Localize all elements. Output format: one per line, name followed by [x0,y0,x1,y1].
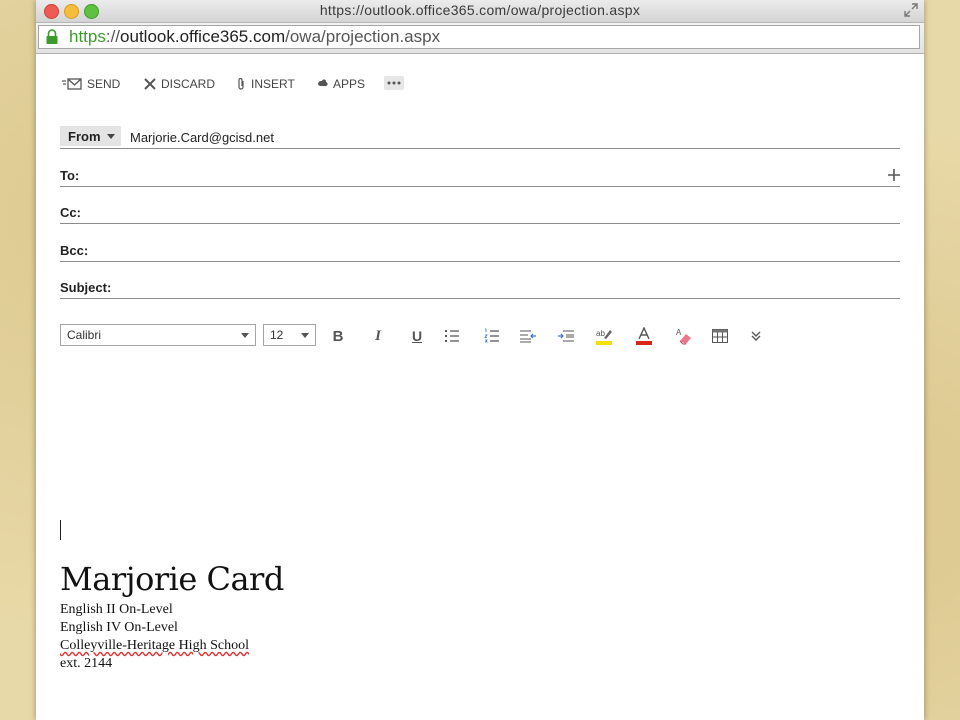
signature-line-3: Colleyville-Heritage High School [60,638,249,653]
address-bar: https://outlook.office365.com/owa/projec… [36,23,924,54]
clear-formatting-button[interactable]: A [674,326,694,346]
font-color-icon [636,327,652,345]
subject-field[interactable]: Subject: [60,276,900,299]
insert-table-button[interactable] [710,326,730,346]
ellipsis-icon [387,81,401,85]
italic-icon: I [375,327,381,344]
font-color-button[interactable] [634,326,654,346]
double-chevron-down-icon [751,331,761,341]
from-row: From Marjorie.Card@gcisd.net [60,126,900,149]
paperclip-icon [238,77,244,90]
font-size-select[interactable]: 12 [263,324,316,346]
numbering-button[interactable] [482,326,502,346]
from-address: Marjorie.Card@gcisd.net [130,130,274,145]
font-family-value: Calibri [67,328,102,342]
underline-button[interactable]: U [407,326,427,346]
url-text: https://outlook.office365.com/owa/projec… [69,26,440,48]
browser-window: https://outlook.office365.com/owa/projec… [36,0,924,720]
send-label: SEND [87,77,121,91]
discard-button[interactable]: DISCARD [144,76,215,92]
apps-label: APPS [333,77,366,91]
discard-label: DISCARD [161,77,216,91]
italic-button[interactable]: I [368,326,388,346]
send-icon [62,78,82,90]
plus-icon[interactable] [888,169,900,181]
decrease-indent-button[interactable] [518,326,538,346]
insert-label: INSERT [251,77,295,91]
from-label: From [68,128,101,144]
apps-button[interactable]: APPS [316,76,365,92]
discard-icon [144,78,156,90]
more-options-button[interactable] [384,76,404,90]
chevron-down-icon [301,333,309,338]
eraser-icon: A [676,328,691,345]
subject-label: Subject: [60,280,112,295]
signature-line-4: ext. 2144 [60,656,113,671]
increase-indent-button[interactable] [556,326,576,346]
lock-icon [46,29,58,44]
numbered-list-icon [484,328,499,343]
message-body[interactable]: Marjorie Card English II On-Level Englis… [60,360,900,700]
title-bar: https://outlook.office365.com/owa/projec… [36,0,924,23]
highlight-button[interactable]: ab [594,326,614,346]
text-cursor [60,520,61,540]
signature-name: Marjorie Card [60,560,284,598]
insert-button[interactable]: INSERT [236,76,295,92]
highlight-icon: ab [596,329,612,345]
svg-text:ab: ab [596,329,605,338]
url-scheme: https [69,27,106,46]
url-path: /owa/projection.aspx [285,27,441,46]
table-icon [712,329,728,343]
bcc-label: Bcc: [60,243,89,258]
signature-line-1: English II On-Level [60,602,173,617]
send-button[interactable]: SEND [62,76,120,92]
chevron-down-icon [241,333,249,338]
underline-icon: U [411,328,423,344]
signature-line-2: English IV On-Level [60,620,178,635]
svg-text:A: A [676,328,682,337]
outdent-icon [520,330,536,343]
bcc-field[interactable]: Bcc: [60,239,900,262]
to-field[interactable]: To: [60,164,900,187]
window-title: https://outlook.office365.com/owa/projec… [319,2,641,18]
font-size-value: 12 [270,328,284,342]
cc-label: Cc: [60,205,81,220]
cc-field[interactable]: Cc: [60,201,900,224]
bullets-button[interactable] [442,326,462,346]
url-host: outlook.office365.com [120,27,286,46]
bulleted-list-icon [445,330,459,342]
url-field[interactable]: https://outlook.office365.com/owa/projec… [38,25,920,49]
indent-icon [558,330,574,342]
font-family-select[interactable]: Calibri [60,324,256,346]
more-formatting-button[interactable] [746,326,766,346]
bold-button[interactable]: B [328,326,348,346]
apps-icon [318,79,328,87]
from-dropdown[interactable]: From [60,126,121,146]
fullscreen-icon[interactable] [904,3,918,17]
chevron-down-icon [106,133,115,139]
to-label: To: [60,168,80,183]
bold-icon: B [332,327,344,345]
url-separator: :// [105,27,121,46]
